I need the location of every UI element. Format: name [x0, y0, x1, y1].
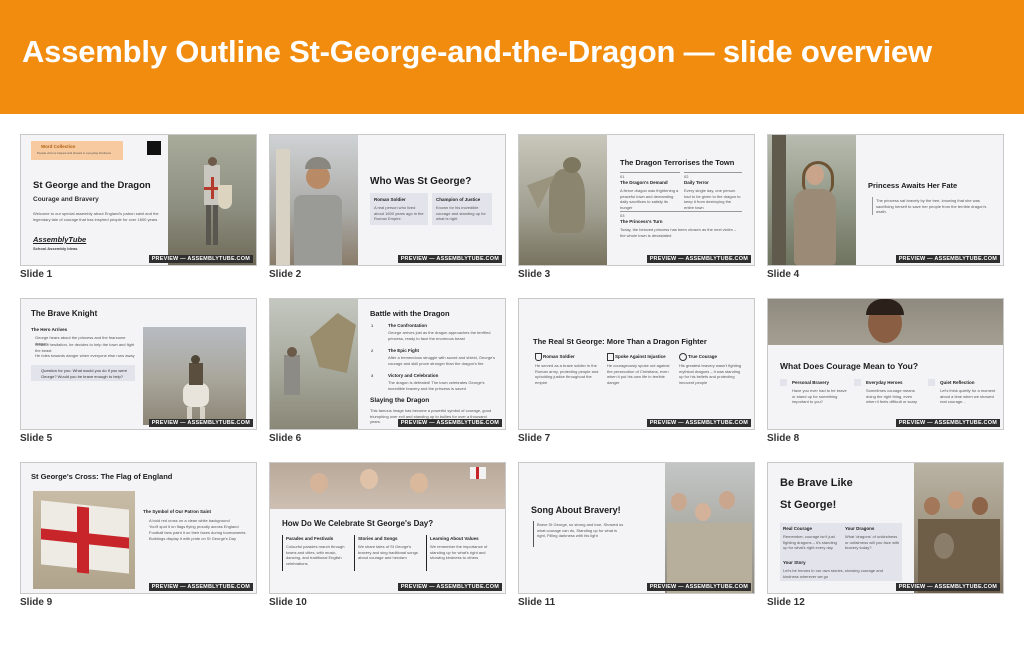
intro-text: Welcome to our special assembly about En…: [33, 211, 159, 222]
slide-card-7[interactable]: The Real St George: More Than a Dragon F…: [518, 298, 755, 444]
slide-title: The Dragon Terrorises the Town: [620, 158, 735, 167]
slide-label: Slide 11: [518, 597, 556, 608]
slide-label: Slide 2: [269, 269, 302, 280]
knight-image: [168, 135, 256, 265]
brave-children-image: [914, 463, 1003, 593]
slide-card-2[interactable]: Who Was St George? Roman Soldier A real …: [269, 134, 506, 280]
slide-title-line1: Be Brave Like: [780, 477, 853, 489]
icon-square: [928, 379, 935, 386]
preview-watermark: PREVIEW — ASSEMBLYTUBE.COM: [895, 419, 1000, 427]
slide-text: The princess sat bravely by the tree, kn…: [876, 198, 987, 214]
slide-thumbnail[interactable]: Be Brave Like St George! Real Courage Re…: [767, 462, 1004, 594]
question-box: Question for you: What would you do if y…: [31, 365, 135, 381]
preview-watermark: PREVIEW — ASSEMBLYTUBE.COM: [895, 255, 1000, 263]
song-lyrics: Brave St George, so strong and true, Sho…: [537, 522, 624, 538]
slide-subtitle: Courage and Bravery: [33, 196, 99, 203]
slide-thumbnail[interactable]: Song About Bravery! Brave St George, so …: [518, 462, 755, 594]
preview-watermark: PREVIEW — ASSEMBLYTUBE.COM: [646, 419, 751, 427]
preview-watermark: PREVIEW — ASSEMBLYTUBE.COM: [895, 583, 1000, 591]
preview-watermark: PREVIEW — ASSEMBLYTUBE.COM: [397, 255, 502, 263]
preview-watermark: PREVIEW — ASSEMBLYTUBE.COM: [397, 419, 502, 427]
slide-card-8[interactable]: What Does Courage Mean to You? Personal …: [767, 298, 1004, 444]
battle-image: [270, 299, 358, 429]
slide-label: Slide 1: [20, 269, 53, 280]
slide-thumbnail[interactable]: How Do We Celebrate St George's Day? Par…: [269, 462, 506, 594]
preview-watermark: PREVIEW — ASSEMBLYTUBE.COM: [148, 419, 253, 427]
slide-label: Slide 7: [518, 433, 551, 444]
slide-thumbnail[interactable]: What Does Courage Mean to You? Personal …: [767, 298, 1004, 430]
slide-title: Battle with the Dragon: [370, 309, 450, 318]
slide-label: Slide 8: [767, 433, 800, 444]
heart-icon: [679, 353, 687, 361]
celebration-image: [270, 463, 505, 509]
child-image: [768, 299, 1003, 345]
slide-card-12[interactable]: Be Brave Like St George! Real Courage Re…: [767, 462, 1004, 608]
preview-watermark: PREVIEW — ASSEMBLYTUBE.COM: [148, 255, 253, 263]
slide-title: The Real St George: More Than a Dragon F…: [533, 337, 707, 346]
princess-image: [768, 135, 856, 265]
slide-thumbnail[interactable]: The Brave Knight The Hero Arrives George…: [20, 298, 257, 430]
slide-title: St George and the Dragon: [33, 180, 151, 191]
slide-thumbnail[interactable]: Battle with the Dragon 1 The Confrontati…: [269, 298, 506, 430]
slide-thumbnail[interactable]: The Dragon Terrorises the Town 01 The Dr…: [518, 134, 755, 266]
slide-title-line2: St George!: [780, 499, 837, 511]
slide-title: Who Was St George?: [370, 176, 472, 187]
slide-card-3[interactable]: The Dragon Terrorises the Town 01 The Dr…: [518, 134, 755, 280]
icon-square: [854, 379, 861, 386]
page-title: Assembly Outline St-George-and-the-Drago…: [22, 34, 932, 69]
slide-thumbnail[interactable]: St George's Cross: The Flag of England T…: [20, 462, 257, 594]
slide-title: St George's Cross: The Flag of England: [31, 472, 173, 481]
header-banner: Assembly Outline St-George-and-the-Drago…: [0, 0, 1024, 114]
preview-watermark: PREVIEW — ASSEMBLYTUBE.COM: [646, 583, 751, 591]
info-box: Your Dragons What 'dragons' of unkindnes…: [842, 523, 902, 557]
assemblytube-logo: AssemblyTube School Assembly Ideas: [33, 235, 87, 251]
tag-title: Word Collection: [41, 144, 76, 149]
slide-title: Song About Bravery!: [531, 505, 621, 515]
slide-thumbnail[interactable]: Who Was St George? Roman Soldier A real …: [269, 134, 506, 266]
slide-thumbnail[interactable]: The Real St George: More Than a Dragon F…: [518, 298, 755, 430]
dragon-image: [519, 135, 607, 265]
knight-on-horse-image: [143, 327, 246, 425]
roman-soldier-image: [270, 135, 358, 265]
slide-title: What Does Courage Mean to You?: [780, 361, 919, 371]
info-box: Your Story Let's be heroes in our own st…: [780, 557, 902, 581]
slide-label: Slide 5: [20, 433, 53, 444]
slide-card-10[interactable]: How Do We Celebrate St George's Day? Par…: [269, 462, 506, 608]
section-title: The Symbol of Our Patron Saint: [143, 509, 212, 514]
slide-label: Slide 9: [20, 597, 53, 608]
speech-icon: [607, 353, 614, 361]
slide-card-6[interactable]: Battle with the Dragon 1 The Confrontati…: [269, 298, 506, 444]
slide-thumbnail[interactable]: Princess Awaits Her Fate The princess sa…: [767, 134, 1004, 266]
slide-card-9[interactable]: St George's Cross: The Flag of England T…: [20, 462, 257, 608]
slide-title: The Brave Knight: [31, 309, 98, 318]
slide-label: Slide 12: [767, 597, 805, 608]
tag-box: Word Collection People who've helped and…: [31, 141, 123, 160]
slide-title: How Do We Celebrate St George's Day?: [282, 519, 434, 528]
section-title: The Hero Arrives: [31, 327, 68, 332]
info-box: Champion of Justice Known for his incred…: [432, 193, 492, 225]
shield-icon: [535, 353, 542, 361]
icon-square: [780, 379, 787, 386]
slide-label: Slide 6: [269, 433, 302, 444]
slide-title: Princess Awaits Her Fate: [868, 181, 958, 190]
flag-image: [33, 491, 135, 589]
preview-watermark: PREVIEW — ASSEMBLYTUBE.COM: [148, 583, 253, 591]
preview-watermark: PREVIEW — ASSEMBLYTUBE.COM: [646, 255, 751, 263]
tag-text: People who've helped and shared in every…: [37, 151, 111, 155]
slide-label: Slide 10: [269, 597, 307, 608]
slide-card-5[interactable]: The Brave Knight The Hero Arrives George…: [20, 298, 257, 444]
qr-code: [147, 141, 161, 155]
choir-image: [665, 463, 754, 593]
slide-card-11[interactable]: Song About Bravery! Brave St George, so …: [518, 462, 755, 608]
preview-watermark: PREVIEW — ASSEMBLYTUBE.COM: [397, 583, 502, 591]
slide-label: Slide 4: [767, 269, 800, 280]
slide-thumbnail[interactable]: Word Collection People who've helped and…: [20, 134, 257, 266]
slide-card-1[interactable]: Word Collection People who've helped and…: [20, 134, 257, 280]
info-box: Roman Soldier A real person who lived ab…: [370, 193, 428, 225]
info-box: Real Courage Remember, courage isn't jus…: [780, 523, 842, 557]
slide-card-4[interactable]: Princess Awaits Her Fate The princess sa…: [767, 134, 1004, 280]
slide-label: Slide 3: [518, 269, 551, 280]
slide-subtitle: Slaying the Dragon: [370, 397, 430, 404]
